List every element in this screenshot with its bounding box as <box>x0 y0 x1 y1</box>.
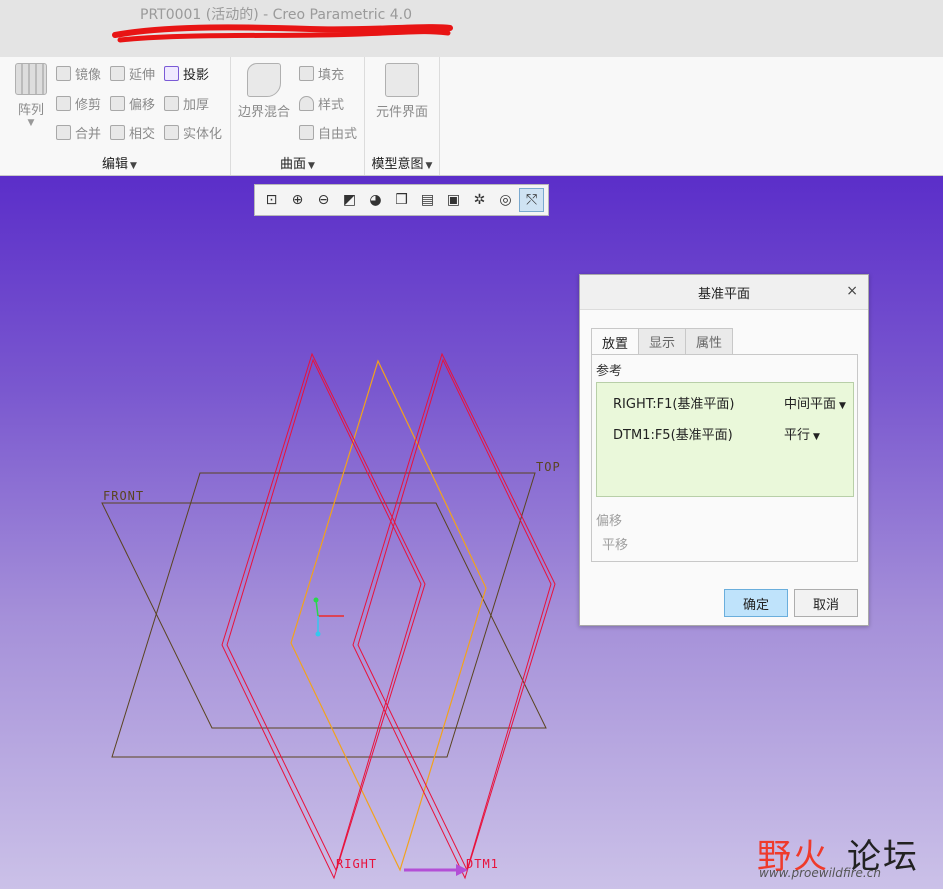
chevron-down-icon: ▼ <box>425 161 433 171</box>
fill-icon <box>299 65 314 81</box>
merge-icon <box>56 124 71 140</box>
chevron-down-icon: ▼ <box>130 161 137 171</box>
intersect-icon <box>110 124 125 140</box>
surface-group-label: 曲面 <box>280 157 307 172</box>
boundary-blend-button[interactable]: 边界混合 <box>236 63 292 120</box>
front-top-planes <box>101 472 547 758</box>
pattern-label: 阵列 <box>17 103 44 118</box>
placement-panel: 参考 RIGHT:F1(基准平面) 中间平面 ▼ DTM1:F5(基准平面) 平行… <box>591 354 858 562</box>
edit-group: 阵列 ▼ 镜像 延伸 投影 修剪 偏移 加厚 合并 相交 实体化 编辑 ▼ <box>9 57 231 175</box>
style-button[interactable]: 样式 <box>299 92 344 114</box>
freestyle-button[interactable]: 自由式 <box>299 121 357 143</box>
right-plane-label: RIGHT <box>336 857 378 871</box>
thicken-icon <box>164 95 179 111</box>
mirror-label: 镜像 <box>75 67 102 83</box>
merge-button[interactable]: 合并 <box>56 121 101 143</box>
component-interface-icon <box>385 63 419 97</box>
reference-name: RIGHT:F1(基准平面) <box>613 397 735 412</box>
extend-button[interactable]: 延伸 <box>110 62 155 84</box>
extend-icon <box>110 65 125 81</box>
tab-placement[interactable]: 放置 <box>591 328 640 355</box>
solidify-label: 实体化 <box>183 126 223 142</box>
pattern-icon <box>15 63 47 95</box>
solidify-icon <box>164 124 179 140</box>
offset-button[interactable]: 偏移 <box>110 92 155 114</box>
forum-watermark: 野火 论坛 www.proewildfire.cn <box>757 829 937 883</box>
solidify-button[interactable]: 实体化 <box>164 121 222 143</box>
offset-icon <box>110 95 125 111</box>
chevron-down-icon: ▼ <box>27 118 35 128</box>
surface-group-menu[interactable]: 曲面 ▼ <box>231 153 364 172</box>
title-bar: PRT0001 (活动的) - Creo Parametric 4.0 <box>0 0 943 57</box>
dialog-tabs: 放置 显示 属性 <box>591 328 734 355</box>
project-label: 投影 <box>183 67 210 83</box>
offset-label: 偏移 <box>129 97 156 113</box>
model-intent-group-menu[interactable]: 模型意图 ▼ <box>365 153 439 172</box>
redaction-scribble <box>112 24 453 43</box>
extend-label: 延伸 <box>129 67 156 83</box>
references-label: 参考 <box>596 364 623 379</box>
chevron-down-icon: ▼ <box>839 401 846 411</box>
intersect-label: 相交 <box>129 126 156 142</box>
project-icon <box>164 65 179 81</box>
cancel-button[interactable]: 取消 <box>794 589 858 617</box>
trim-label: 修剪 <box>75 97 102 113</box>
watermark-url: www.proewildfire.cn <box>759 866 881 880</box>
chevron-down-icon: ▼ <box>813 432 820 442</box>
direction-arrow[interactable] <box>404 864 468 876</box>
model-intent-group-label: 模型意图 <box>371 157 424 172</box>
constraint-value: 平行 <box>784 428 811 443</box>
reference-name: DTM1:F5(基准平面) <box>613 428 733 443</box>
style-label: 样式 <box>318 97 345 113</box>
reference-row[interactable]: DTM1:F5(基准平面) 平行 ▼ <box>613 424 847 444</box>
project-button[interactable]: 投影 <box>164 62 209 84</box>
style-icon <box>299 95 314 111</box>
intersect-button[interactable]: 相交 <box>110 121 155 143</box>
close-icon[interactable]: × <box>846 283 858 299</box>
ribbon: 阵列 ▼ 镜像 延伸 投影 修剪 偏移 加厚 合并 相交 实体化 编辑 ▼ 边界… <box>0 57 943 176</box>
component-interface-button[interactable]: 元件界面 <box>369 63 435 120</box>
ok-button[interactable]: 确定 <box>724 589 788 617</box>
surface-group: 边界混合 填充 样式 自由式 曲面 ▼ <box>231 57 365 175</box>
fill-button[interactable]: 填充 <box>299 62 344 84</box>
dtm1-plane-label: DTM1 <box>466 857 499 871</box>
mirror-icon <box>56 65 71 81</box>
constraint-dropdown[interactable]: 中间平面 ▼ <box>784 393 846 412</box>
model-intent-group: 元件界面 模型意图 ▼ <box>365 57 440 175</box>
top-plane-label: TOP <box>536 460 561 474</box>
right-planes <box>221 352 556 880</box>
offset-label: 偏移 <box>596 514 623 529</box>
thicken-button[interactable]: 加厚 <box>164 92 209 114</box>
component-interface-label: 元件界面 <box>375 105 428 120</box>
freestyle-icon <box>299 124 314 140</box>
boundary-blend-label: 边界混合 <box>237 105 290 120</box>
front-plane-label: FRONT <box>103 489 145 503</box>
coordinate-triad <box>313 597 344 637</box>
mirror-button[interactable]: 镜像 <box>56 62 101 84</box>
tab-display[interactable]: 显示 <box>638 328 687 354</box>
constraint-value: 中间平面 <box>784 397 837 412</box>
thicken-label: 加厚 <box>183 97 210 113</box>
boundary-blend-icon <box>247 63 281 97</box>
freestyle-label: 自由式 <box>318 126 358 142</box>
dialog-title: 基准平面 <box>697 286 750 302</box>
dialog-header: 基准平面 × <box>580 275 868 310</box>
reference-row[interactable]: RIGHT:F1(基准平面) 中间平面 ▼ <box>613 393 847 413</box>
edit-group-label: 编辑 <box>102 157 129 172</box>
datum-plane-dialog: 基准平面 × 放置 显示 属性 参考 RIGHT:F1(基准平面) 中间平面 ▼ … <box>579 274 869 626</box>
tab-properties[interactable]: 属性 <box>685 328 734 354</box>
fill-label: 填充 <box>318 67 345 83</box>
merge-label: 合并 <box>75 126 102 142</box>
trim-button[interactable]: 修剪 <box>56 92 101 114</box>
pattern-button[interactable]: 阵列 ▼ <box>14 63 48 128</box>
constraint-dropdown[interactable]: 平行 ▼ <box>784 424 820 443</box>
edit-group-menu[interactable]: 编辑 ▼ <box>9 153 230 172</box>
references-list[interactable]: RIGHT:F1(基准平面) 中间平面 ▼ DTM1:F5(基准平面) 平行 ▼ <box>596 382 854 497</box>
offset-value: 平移 <box>602 538 629 553</box>
trim-icon <box>56 95 71 111</box>
chevron-down-icon: ▼ <box>308 161 315 171</box>
